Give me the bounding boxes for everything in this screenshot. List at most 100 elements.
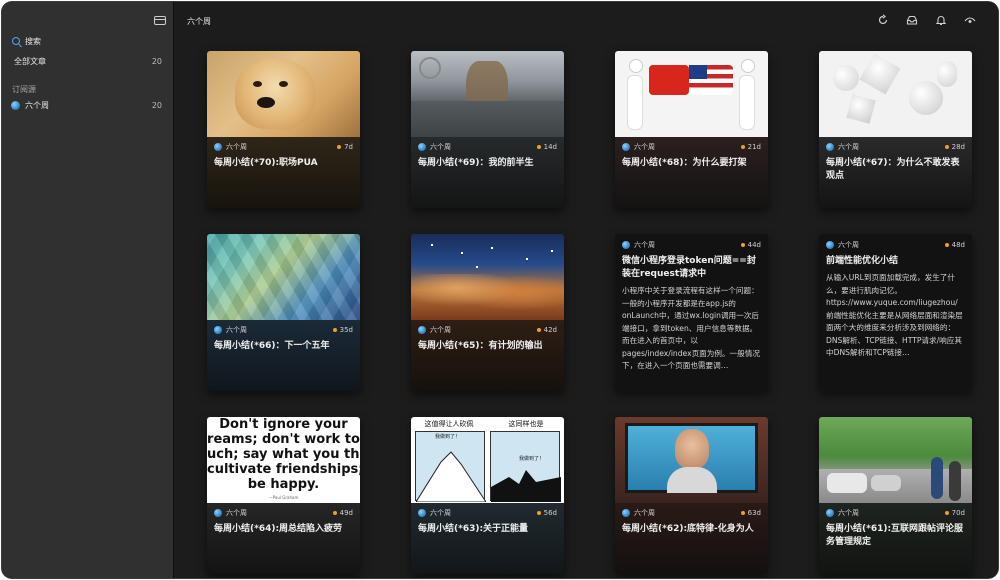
eye-icon[interactable] <box>964 14 976 26</box>
article-card[interactable]: Don't ignore your reams; don't work to u… <box>207 417 360 574</box>
article-title: 每周小结(*64):周总结陷入疲劳 <box>214 524 343 534</box>
image-caption: —Paul Graham <box>268 495 299 500</box>
sidebar-item-count: 20 <box>151 100 162 110</box>
article-meta: 六个周 35d <box>214 324 353 336</box>
article-meta: 六个周 42d <box>418 324 557 336</box>
article-card[interactable]: 六个周 63d 每周小结(*62):底特律-化身为人 <box>615 417 768 574</box>
feed-avatar-icon <box>418 326 426 334</box>
feed-avatar-icon <box>622 509 630 517</box>
feed-avatar-icon <box>418 509 426 517</box>
article-thumbnail: Don't ignore your reams; don't work to u… <box>207 417 360 503</box>
article-thumbnail <box>615 51 768 137</box>
article-meta: 六个周 63d <box>622 507 761 519</box>
article-age: 7d <box>337 143 353 151</box>
article-title: 每周小结(*62):底特律-化身为人 <box>622 524 754 534</box>
article-age: 35d <box>333 326 353 334</box>
article-thumbnail <box>819 417 972 503</box>
article-feed: 六个周 <box>838 241 859 249</box>
article-meta: 六个周 56d <box>418 507 557 519</box>
article-meta: 六个周 49d <box>214 507 353 519</box>
image-text-line: be happy. <box>247 477 320 492</box>
feed-avatar-icon <box>214 143 222 151</box>
sidebar-toggle-icon[interactable] <box>154 16 166 25</box>
refresh-icon[interactable] <box>877 14 889 26</box>
article-card[interactable]: 六个周 70d 每周小结(*61):互联网跟帖评论服务管理规定 <box>819 417 972 574</box>
article-meta: 六个周 7d <box>214 141 353 153</box>
article-title: 每周小结(*69)：我的前半生 <box>418 158 534 168</box>
article-age: 49d <box>333 509 353 517</box>
article-feed: 六个周 <box>634 241 655 249</box>
article-title: 微信小程序登录token问题==封装在request请求中 <box>622 256 756 279</box>
article-excerpt: 小程序中关于登录流程有这样一个问题：一般的小程序开发都是在app.js的onLa… <box>622 286 760 370</box>
feed-avatar-icon <box>418 143 426 151</box>
app-window: 搜索 全部文章 20 订阅源 六个周 20 六个周 六个周 7d 每周小结(*7… <box>2 2 998 578</box>
feed-avatar-icon <box>826 509 834 517</box>
feed-avatar-icon <box>622 241 630 249</box>
sidebar: 搜索 全部文章 20 订阅源 六个周 20 <box>2 2 174 578</box>
bell-icon[interactable] <box>935 14 947 26</box>
article-title: 每周小结(*67)：为什么不敢发表观点 <box>826 158 960 181</box>
main-content: 六个周 六个周 7d 每周小结(*70):职场PUA 六个周 14d 每周小结(… <box>175 2 998 578</box>
image-text: 这同样也是 <box>508 420 544 428</box>
feed-avatar-icon <box>214 509 222 517</box>
article-card[interactable]: 六个周 14d 每周小结(*69)：我的前半生 <box>411 51 564 208</box>
article-title: 前端性能优化小结 <box>826 256 899 266</box>
article-title: 每周小结(*63):关于正能量 <box>418 524 529 534</box>
article-title: 每周小结(*66)：下一个五年 <box>214 341 330 351</box>
article-title: 每周小结(*65)：有计划的输出 <box>418 341 543 351</box>
article-card[interactable]: 六个周 7d 每周小结(*70):职场PUA <box>207 51 360 208</box>
article-age: 63d <box>741 509 761 517</box>
article-excerpt: 从输入URL到页面加载完成，发生了什么，要进行肌肉记忆。https://www.… <box>826 273 963 357</box>
article-card[interactable]: 这值得让人砍佩 这同样也是 我做到了！ 我做到了！ 六个周 56d 每周小结(*… <box>411 417 564 574</box>
article-age: 44d <box>741 241 761 249</box>
article-age: 48d <box>945 241 965 249</box>
article-meta: 六个周 70d <box>826 507 965 519</box>
search-icon <box>10 36 21 47</box>
sidebar-section-title: 订阅源 <box>12 85 36 94</box>
toolbar: 六个周 <box>175 2 998 38</box>
image-text: 这值得让人砍佩 <box>424 420 474 428</box>
article-meta: 六个周 21d <box>622 141 761 153</box>
article-card[interactable]: 六个周 21d 每周小结(*68)：为什么要打架 <box>615 51 768 208</box>
sidebar-item-label: 全部文章 <box>14 56 46 66</box>
article-meta: 六个周 44d <box>622 239 761 251</box>
article-age: 42d <box>537 326 557 334</box>
article-feed: 六个周 <box>430 509 451 517</box>
article-title: 每周小结(*70):职场PUA <box>214 158 318 168</box>
inbox-icon[interactable] <box>906 14 918 26</box>
article-card[interactable]: 六个周 35d 每周小结(*66)：下一个五年 <box>207 234 360 391</box>
article-thumbnail <box>207 234 360 320</box>
image-text: 我做到了！ <box>519 456 545 462</box>
sidebar-item-all-articles[interactable]: 全部文章 20 <box>10 53 166 69</box>
sidebar-item-feed[interactable]: 六个周 20 <box>10 97 166 113</box>
article-feed: 六个周 <box>226 509 247 517</box>
feed-avatar-icon <box>826 241 834 249</box>
article-title: 每周小结(*61):互联网跟帖评论服务管理规定 <box>826 524 964 547</box>
article-thumbnail <box>411 51 564 137</box>
article-thumbnail <box>411 234 564 320</box>
image-text-line: Don't ignore your <box>219 417 348 432</box>
article-feed: 六个周 <box>838 509 859 517</box>
article-card[interactable]: 六个周 48d 前端性能优化小结 从输入URL到页面加载完成，发生了什么，要进行… <box>819 234 972 391</box>
article-thumbnail: 这值得让人砍佩 这同样也是 我做到了！ 我做到了！ <box>411 417 564 503</box>
article-feed: 六个周 <box>838 143 859 151</box>
article-meta: 六个周 48d <box>826 239 965 251</box>
article-age: 21d <box>741 143 761 151</box>
article-card[interactable]: 六个周 28d 每周小结(*67)：为什么不敢发表观点 <box>819 51 972 208</box>
sidebar-item-label: 搜索 <box>25 36 41 46</box>
article-feed: 六个周 <box>430 143 451 151</box>
article-feed: 六个周 <box>226 143 247 151</box>
article-age: 14d <box>537 143 557 151</box>
sidebar-item-count: 20 <box>151 56 162 66</box>
article-feed: 六个周 <box>634 509 655 517</box>
article-age: 56d <box>537 509 557 517</box>
article-feed: 六个周 <box>430 326 451 334</box>
image-text: 我做到了！ <box>435 434 461 440</box>
article-card[interactable]: 六个周 42d 每周小结(*65)：有计划的输出 <box>411 234 564 391</box>
feed-avatar-icon <box>826 143 834 151</box>
sidebar-item-search[interactable]: 搜索 <box>10 33 166 49</box>
article-title: 每周小结(*68)：为什么要打架 <box>622 158 747 168</box>
article-card[interactable]: 六个周 44d 微信小程序登录token问题==封装在request请求中 小程… <box>615 234 768 391</box>
article-thumbnail <box>207 51 360 137</box>
article-age: 70d <box>945 509 965 517</box>
